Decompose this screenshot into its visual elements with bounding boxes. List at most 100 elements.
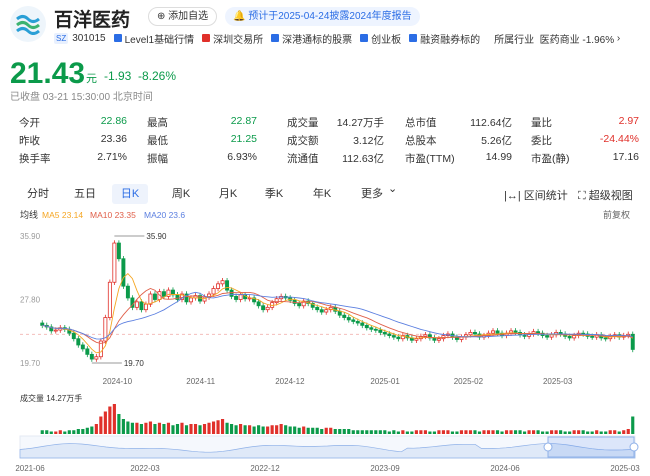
add-watchlist-button[interactable]: ⊕ 添加自选 — [148, 7, 218, 26]
volume-bar — [40, 430, 44, 434]
candle-body — [229, 289, 234, 297]
interval-stats-button[interactable]: |↔| 区间统计 — [504, 187, 568, 203]
tag-label: Level1基础行情 — [124, 34, 195, 46]
volume-bar — [428, 431, 432, 434]
candle-body — [436, 338, 441, 341]
tag-chinext[interactable]: 创业板 — [360, 31, 401, 46]
candle-body — [225, 280, 230, 291]
candle-body — [603, 337, 608, 340]
volume-bar — [198, 425, 202, 434]
candle-body — [40, 322, 45, 326]
stat-label: 总市值 — [405, 117, 437, 129]
high-marker-label: 35.90 — [146, 232, 167, 241]
volume-bar — [572, 430, 576, 434]
volume-bar — [67, 430, 71, 434]
volume-bar — [103, 411, 107, 434]
tab-4[interactable]: 月K — [210, 184, 246, 204]
stat-label: 最低 — [147, 135, 168, 147]
candle-body — [143, 303, 148, 311]
stat-label: 流通值 — [287, 153, 319, 165]
volume-bar — [63, 431, 67, 434]
volume-bar — [568, 431, 572, 434]
volume-bar — [216, 420, 220, 434]
stat-value: 21.25 — [230, 133, 257, 145]
volume-bar — [76, 429, 80, 434]
tag-sz-hk-connect[interactable]: 深港通标的股票 — [271, 31, 352, 46]
volume-bar — [396, 431, 400, 434]
stat-value: 3.12亿 — [353, 135, 384, 147]
volume-bar — [333, 429, 337, 434]
tab-2[interactable]: 日K — [112, 184, 148, 204]
volume-bar — [220, 419, 225, 434]
stat-value: 22.87 — [230, 115, 257, 127]
industry-info[interactable]: 所属行业 医药商业 -1.96% › — [494, 31, 620, 46]
volume-bar — [234, 425, 238, 434]
tag-level1[interactable]: Level1基础行情 — [113, 31, 195, 46]
candle-body — [567, 335, 572, 339]
candle-body — [414, 338, 419, 341]
market-status: 已收盘 03-21 15:30:00 北京时间 — [10, 92, 153, 103]
overview-date-label: 2022-12 — [250, 464, 280, 473]
tab-3[interactable]: 周K — [163, 184, 199, 204]
candle-body — [355, 321, 360, 324]
volume-bar — [90, 426, 94, 434]
volume-bar — [414, 430, 418, 434]
volume-bar — [347, 429, 351, 434]
volume-bar — [302, 426, 306, 434]
candle-body — [211, 288, 216, 295]
level1-icon — [113, 34, 122, 42]
stock-code-tag: SZ 301015 — [54, 32, 106, 44]
tab-0[interactable]: 分时 — [20, 184, 56, 204]
tag-szse[interactable]: 深圳交易所 — [202, 31, 263, 46]
volume-bar — [117, 414, 121, 434]
volume-bar — [486, 430, 491, 434]
tab-5[interactable]: 季K — [256, 184, 292, 204]
kline-chart[interactable]: 均线 MA5 23.14 MA10 23.35 MA20 23.6 前复权 35.90 27… — [0, 206, 650, 476]
volume-bar — [270, 425, 274, 434]
stat-label: 总股本 — [405, 135, 437, 147]
stat-label: 成交额 — [287, 135, 319, 147]
volume-bar — [293, 426, 297, 434]
candle-body — [189, 297, 193, 303]
overview-date-label: 2021-06 — [15, 464, 45, 473]
overview-date-label: 2025-03 — [610, 464, 640, 473]
tab-6[interactable]: 年K — [304, 184, 340, 204]
volume-bar — [595, 430, 599, 434]
candle-body — [572, 335, 577, 339]
interval-stats-label: 区间统计 — [523, 190, 568, 202]
candle-body — [423, 334, 428, 337]
volume-bar — [536, 430, 540, 434]
candle-body — [315, 306, 320, 311]
price-unit: 元 — [86, 73, 97, 85]
add-watchlist-label: 添加自选 — [168, 11, 209, 22]
volume-bar — [45, 430, 49, 434]
candle-body — [134, 301, 139, 308]
candle-body — [468, 332, 473, 336]
stat-value: -24.44% — [599, 133, 639, 145]
candle-body — [89, 353, 94, 360]
volume-bar — [468, 430, 473, 434]
volume-bar — [338, 429, 342, 434]
volume-bar — [437, 430, 441, 434]
volume-bar — [189, 424, 193, 434]
candle-body — [491, 330, 495, 334]
volume-bar — [482, 430, 486, 434]
stat-value: 14.99 — [485, 151, 512, 163]
candle-body — [549, 334, 554, 338]
volume-bar — [491, 430, 495, 434]
tag-margin[interactable]: 融资融券标的 — [409, 31, 480, 46]
volume-bar — [541, 431, 545, 434]
volume-bar — [306, 427, 310, 434]
volume-bar — [604, 431, 608, 434]
overview-date-label: 2022-03 — [130, 464, 160, 473]
report-notice[interactable]: 🔔 预计于2025-04-24披露2024年度报告 — [225, 7, 420, 26]
candle-body — [387, 333, 392, 336]
volume-bar — [577, 430, 581, 434]
volume-bar — [586, 431, 590, 434]
tab-1[interactable]: 五日 — [67, 184, 103, 204]
super-view-button[interactable]: ⛶ 超级视图 — [578, 187, 633, 203]
volume-bar — [112, 404, 116, 434]
candle-body — [364, 324, 369, 329]
overview-selection — [547, 436, 635, 458]
volume-bar — [207, 422, 211, 434]
